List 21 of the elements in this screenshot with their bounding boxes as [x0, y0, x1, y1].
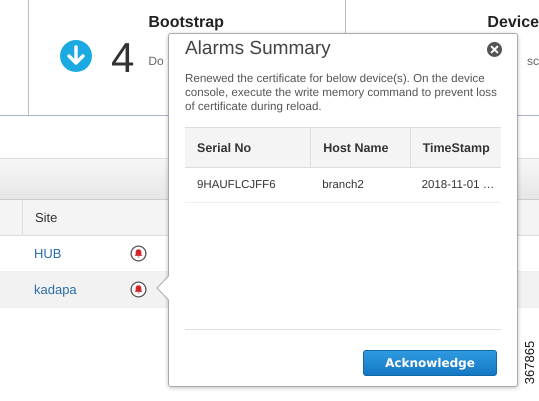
column-header[interactable]: Site: [35, 210, 58, 225]
figure-number: 367865: [522, 340, 538, 384]
site-link[interactable]: HUB: [34, 246, 130, 261]
table-cell-text: 2018-11-01 …: [420, 178, 496, 193]
popover-title: Alarms Summary: [185, 38, 331, 60]
table-cell-text: 9HAUFLCJFF6: [196, 178, 277, 193]
close-icon[interactable]: [487, 42, 502, 56]
card-title: Bootstrap: [148, 14, 224, 32]
column-header[interactable]: Serial No: [185, 128, 310, 167]
table-cell-text: branch2: [321, 178, 365, 193]
device-count: 4: [111, 34, 134, 82]
card-subtitle: sc: [527, 54, 539, 68]
popover-message: Renewed the certificate for below device(s). On the device console, execute the write memory command to prevent loss of certificate during reload.: [185, 72, 498, 114]
bell-alarm-icon[interactable]: [130, 245, 147, 262]
column-header[interactable]: Host Name: [310, 128, 410, 167]
card-title: Device: [487, 14, 539, 32]
card-subtitle: Do: [148, 54, 165, 68]
site-link[interactable]: kadapa: [34, 282, 130, 297]
column-header[interactable]: TimeStamp: [410, 128, 501, 167]
bell-alarm-icon[interactable]: [130, 281, 147, 298]
acknowledge-button[interactable]: Acknowledge: [363, 350, 497, 376]
